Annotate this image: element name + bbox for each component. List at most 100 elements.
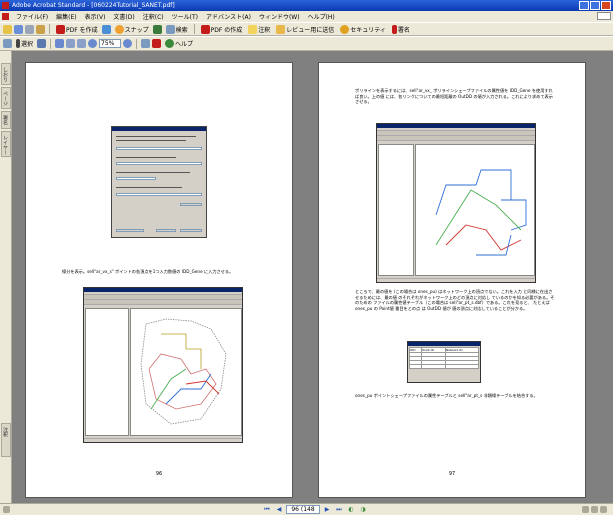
typewriter-icon[interactable] (152, 39, 162, 48)
go-back-icon[interactable]: ◐ (346, 505, 356, 514)
help-icon (165, 39, 175, 48)
page-number-left: 96 (155, 471, 163, 477)
fit-page-icon[interactable] (66, 39, 76, 48)
security-button[interactable]: セキュリティ (338, 24, 388, 34)
right-page-paragraph-top: ポリラインを表示するには、sell"ar_vx_ ポリラインシェープファイルの属… (355, 88, 553, 104)
gis-statusbar (84, 438, 242, 442)
single-page-icon[interactable] (582, 506, 589, 513)
previous-page-button[interactable]: ◀ (274, 505, 284, 514)
attribute-table-screenshot: OID Point ID Network ID (407, 341, 481, 383)
right-page-paragraph-bottom: ones_pu ポイントシェープファイルの属性テーブルと sell"ar_pt_… (355, 393, 538, 398)
dialog-titlebar (112, 127, 206, 131)
zoom-in-icon[interactable] (55, 39, 65, 48)
menu-view[interactable]: 表示(V) (81, 12, 110, 21)
search-icon (165, 24, 175, 34)
first-page-button[interactable]: ⏮ (262, 505, 272, 514)
separator (193, 24, 195, 34)
gis-map-view (415, 144, 535, 276)
comment-button[interactable]: 注釈 (246, 24, 272, 34)
zoom-input[interactable]: 75% (99, 39, 122, 48)
menu-help[interactable]: ヘルプ(H) (304, 12, 339, 21)
gis-statusbar (377, 278, 535, 282)
nav-tab-layers[interactable]: レイヤー (1, 131, 11, 157)
maximize-button[interactable] (590, 1, 600, 10)
review-button[interactable]: レビュー用に送信 (274, 24, 336, 34)
zoom-plus-icon[interactable] (123, 39, 133, 48)
document-area[interactable]: 線分を表示。sell"ar_vx_s" ポイントの各頂点を1つ入力数値の IDD… (12, 51, 613, 503)
separator (136, 38, 138, 49)
dialog-button (116, 229, 144, 232)
screenshot-dialog (111, 126, 207, 238)
separator (49, 24, 50, 34)
pdf-page-left: 線分を表示。sell"ar_vx_s" ポイントの各頂点を1つ入力数値の IDD… (25, 62, 293, 498)
menu-window[interactable]: ウィンドウ(W) (255, 12, 304, 21)
gis-toolbar (84, 300, 242, 305)
snapshot-button[interactable]: スナップ (113, 24, 151, 34)
title-bar: Adobe Acrobat Standard - [060224Tutorial… (0, 0, 613, 11)
review-icon (276, 24, 286, 34)
window-title: Adobe Acrobat Standard - [060224Tutorial… (12, 2, 175, 9)
open-icon[interactable] (3, 24, 12, 34)
cursor-icon (16, 39, 20, 48)
last-page-button[interactable]: ⏭ (334, 505, 344, 514)
left-page-paragraph: 線分を表示。sell"ar_vx_s" ポイントの各頂点を1つ入力数値の IDD… (62, 269, 234, 274)
sign-button[interactable]: 署名 (390, 24, 412, 34)
dialog-button (156, 229, 176, 232)
close-button[interactable] (601, 1, 611, 10)
help-button[interactable]: ヘルプ (163, 39, 195, 48)
view-toolbar: 選択 75% ヘルプ (0, 36, 613, 51)
minimize-button[interactable] (579, 1, 589, 10)
rotate-icon[interactable] (141, 39, 151, 48)
print-icon[interactable] (25, 24, 34, 34)
menu-comments[interactable]: 注釈(C) (139, 12, 168, 21)
menu-edit[interactable]: 編集(E) (52, 12, 80, 21)
dialog-field (116, 193, 202, 196)
nav-tab-signatures[interactable]: 署名 (1, 111, 11, 129)
page-number-right: 97 (448, 471, 456, 477)
menu-advanced[interactable]: アドバンスト(A) (202, 12, 255, 21)
menu-file[interactable]: ファイル(F) (12, 12, 52, 21)
separator (50, 38, 52, 49)
go-forward-icon[interactable]: ◑ (358, 505, 368, 514)
page-size-icon (3, 506, 10, 513)
pdf-from-button[interactable]: PDF の作成 (199, 24, 245, 34)
search-button[interactable]: 検索 (164, 24, 190, 34)
snapshot-tool-icon[interactable] (37, 39, 47, 48)
snapshot-icon (114, 24, 124, 34)
gis-table-of-contents (85, 308, 129, 436)
create-pdf-button[interactable]: PDF を作成 (54, 24, 100, 34)
dialog-text-line (116, 172, 190, 173)
dialog-text-line (116, 140, 186, 141)
gis-table-of-contents (378, 144, 414, 276)
menu-tools[interactable]: ツール(T) (168, 12, 202, 21)
facing-icon[interactable] (600, 506, 607, 513)
save-icon[interactable] (14, 24, 23, 34)
nav-tab-pages[interactable]: ページ (1, 87, 11, 109)
fit-width-icon[interactable] (77, 39, 87, 48)
dialog-field (116, 162, 202, 165)
combine-icon[interactable] (101, 24, 111, 34)
dialog-field (116, 147, 202, 150)
navigation-pane: しおり ページ 署名 レイヤー 注釈 (0, 51, 12, 503)
zoom-out-icon[interactable] (88, 39, 98, 48)
nav-tab-comments[interactable]: 注釈 (1, 423, 11, 457)
hand-tool-icon[interactable] (3, 39, 12, 48)
pdf-page-right: ポリラインを表示するには、sell"ar_vx_ ポリラインシェープファイルの属… (318, 62, 586, 498)
print-shortcut-icon[interactable] (152, 24, 162, 34)
email-icon[interactable] (36, 24, 45, 34)
gis-toolbar (377, 136, 535, 141)
nav-tab-bookmarks[interactable]: しおり (1, 63, 11, 85)
dialog-text-line (116, 157, 176, 158)
gis-map-view (130, 308, 242, 436)
create-pdf-icon (56, 24, 65, 34)
page-number-input[interactable]: 96 (148 (286, 505, 320, 514)
dialog-button (180, 229, 202, 232)
next-page-button[interactable]: ▶ (322, 505, 332, 514)
attribute-table-titlebar (408, 342, 480, 346)
continuous-icon[interactable] (591, 506, 598, 513)
acrobat-icon (2, 2, 9, 9)
menu-document[interactable]: 文書(D) (109, 12, 138, 21)
select-tool-button[interactable]: 選択 (14, 39, 35, 48)
help-search-field[interactable] (597, 12, 611, 20)
attribute-table: OID Point ID Network ID (408, 347, 480, 369)
